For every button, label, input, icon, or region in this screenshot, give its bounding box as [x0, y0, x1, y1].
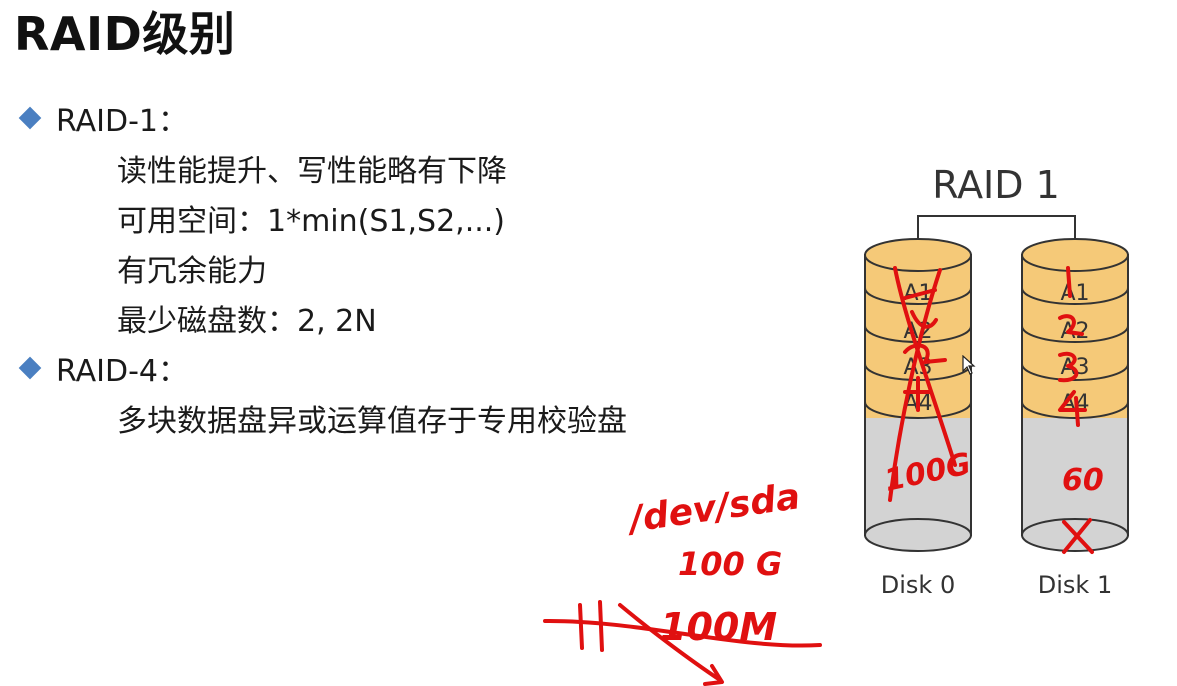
disk0-block-a2: A2: [903, 319, 932, 344]
raid4-line-1: 多块数据盘异或运算值存于专用校验盘: [117, 404, 627, 439]
device-path-note: /dev/sda: [623, 476, 802, 541]
raid1-line-4: 最少磁盘数：2, 2N: [117, 304, 377, 339]
diagram-title: RAID 1: [932, 163, 1060, 207]
disk0-label: Disk 0: [881, 571, 955, 599]
disk1-block-a4: A4: [1060, 391, 1089, 416]
disk1-label: Disk 1: [1038, 571, 1112, 599]
raid1-line-2: 可用空间：1*min(S1,S2,...): [117, 204, 506, 239]
bullet-heading-raid1: RAID-1：: [56, 104, 189, 139]
bullet-raid1: RAID-1：: [18, 96, 188, 140]
arrow-stroke: [618, 603, 724, 686]
bottom-size-note: 100M: [660, 605, 777, 649]
mouse-cursor-icon: [962, 355, 976, 375]
raid1-line-3: 有冗余能力: [117, 254, 267, 289]
bullet-raid4: RAID-4：: [18, 346, 188, 390]
disk0-block-a3: A3: [903, 355, 932, 380]
disk-0: A1 A2 A3 A4 Disk 0: [864, 238, 972, 599]
disk1-block-a2: A2: [1060, 319, 1089, 344]
disk0-block-a4: A4: [903, 391, 932, 416]
hash-mark: [578, 600, 604, 652]
disk0-block-a1: A1: [903, 281, 932, 306]
disk1-block-a3: A3: [1060, 355, 1089, 380]
raid1-line-1: 读性能提升、写性能略有下降: [117, 154, 507, 189]
slide: RAID级别 RAID-1： 读性能提升、写性能略有下降 可用空间：1*min(…: [0, 0, 1177, 686]
diamond-bullet-icon: [18, 106, 42, 130]
device-size-note: 100 G: [678, 545, 782, 583]
page-title: RAID级别: [14, 7, 236, 61]
disk1-block-a1: A1: [1060, 281, 1089, 306]
bullet-heading-raid4: RAID-4：: [56, 354, 189, 389]
disk-1: A1 A2 A3 A4 Disk 1: [1021, 238, 1129, 599]
diamond-bullet-icon: [18, 356, 42, 380]
underline-stroke: [543, 618, 822, 648]
raid1-diagram: RAID 1 A1 A2 A3 A4 Disk 0 A1 A2 A3 A4 Di…: [840, 150, 1140, 610]
